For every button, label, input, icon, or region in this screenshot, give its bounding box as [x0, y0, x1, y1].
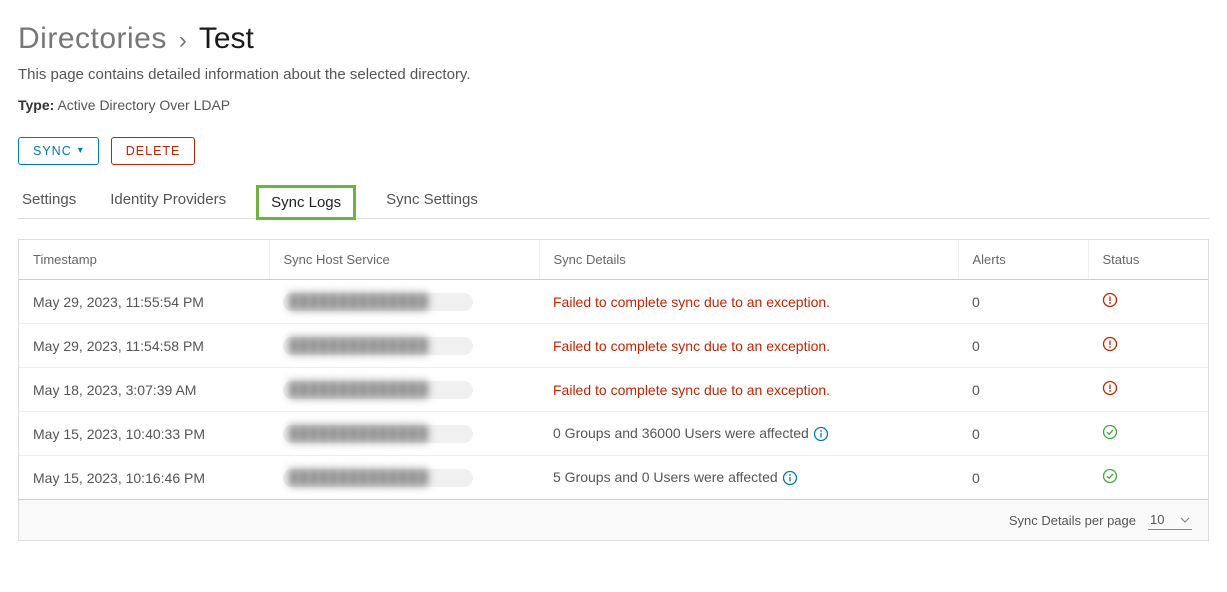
type-label: Type: [18, 97, 54, 113]
action-buttons: SYNC ▾ DELETE [18, 137, 1209, 165]
col-timestamp[interactable]: Timestamp [19, 240, 269, 280]
sync-logs-table: Timestamp Sync Host Service Sync Details… [18, 239, 1209, 541]
tab-identity-providers[interactable]: Identity Providers [106, 185, 230, 218]
cell-sync-details: Failed to complete sync due to an except… [539, 280, 958, 324]
cell-alerts: 0 [958, 324, 1088, 368]
tab-sync-logs[interactable]: Sync Logs [256, 185, 356, 220]
sync-details-text: Failed to complete sync due to an except… [553, 338, 830, 354]
cell-sync-details: Failed to complete sync due to an except… [539, 368, 958, 412]
table-row: May 29, 2023, 11:54:58 PM ██████████████ F… [19, 324, 1208, 368]
cell-status [1088, 456, 1208, 500]
col-sync-details[interactable]: Sync Details [539, 240, 958, 280]
delete-button-label: DELETE [126, 144, 181, 158]
table-footer: Sync Details per page 10 [19, 500, 1208, 540]
redacted-host: ██████████████ [283, 425, 473, 443]
delete-button[interactable]: DELETE [111, 137, 196, 165]
sync-button[interactable]: SYNC ▾ [18, 137, 99, 165]
redacted-host: ██████████████ [283, 469, 473, 487]
cell-alerts: 0 [958, 456, 1088, 500]
cell-status [1088, 412, 1208, 456]
table-row: May 15, 2023, 10:40:33 PM ██████████████ 0… [19, 412, 1208, 456]
cell-status [1088, 368, 1208, 412]
cell-sync-details: Failed to complete sync due to an except… [539, 324, 958, 368]
redacted-host: ██████████████ [283, 337, 473, 355]
cell-sync-host: ██████████████ [269, 280, 539, 324]
cell-status [1088, 324, 1208, 368]
table-row: May 18, 2023, 3:07:39 AM ██████████████ Fa… [19, 368, 1208, 412]
col-sync-host[interactable]: Sync Host Service [269, 240, 539, 280]
cell-alerts: 0 [958, 412, 1088, 456]
cell-timestamp: May 18, 2023, 3:07:39 AM [19, 368, 269, 412]
breadcrumb-parent[interactable]: Directories [18, 22, 167, 56]
success-icon[interactable] [1102, 468, 1118, 484]
info-icon[interactable] [782, 470, 798, 486]
cell-sync-details: 0 Groups and 36000 Users were affected [539, 412, 958, 456]
cell-timestamp: May 29, 2023, 11:55:54 PM [19, 280, 269, 324]
sync-details-text: Failed to complete sync due to an except… [553, 382, 830, 398]
cell-sync-details: 5 Groups and 0 Users were affected [539, 456, 958, 500]
cell-timestamp: May 29, 2023, 11:54:58 PM [19, 324, 269, 368]
tabs: Settings Identity Providers Sync Logs Sy… [18, 185, 1209, 219]
col-status[interactable]: Status [1088, 240, 1208, 280]
table-row: May 15, 2023, 10:16:46 PM ██████████████ 5… [19, 456, 1208, 500]
cell-timestamp: May 15, 2023, 10:16:46 PM [19, 456, 269, 500]
per-page-value: 10 [1150, 512, 1164, 527]
per-page-label: Sync Details per page [1009, 513, 1136, 528]
cell-sync-host: ██████████████ [269, 324, 539, 368]
cell-sync-host: ██████████████ [269, 456, 539, 500]
redacted-host: ██████████████ [283, 381, 473, 399]
sync-details-text: 5 Groups and 0 Users were affected [553, 469, 778, 485]
per-page-select[interactable]: 10 [1148, 510, 1192, 530]
success-icon[interactable] [1102, 424, 1118, 440]
page-description: This page contains detailed information … [18, 66, 1209, 83]
cell-alerts: 0 [958, 280, 1088, 324]
redacted-host: ██████████████ [283, 293, 473, 311]
sync-details-text: Failed to complete sync due to an except… [553, 294, 830, 310]
breadcrumb: Directories › Test [18, 22, 1209, 56]
col-alerts[interactable]: Alerts [958, 240, 1088, 280]
directory-type: Type: Active Directory Over LDAP [18, 97, 1209, 113]
cell-sync-host: ██████████████ [269, 368, 539, 412]
sync-button-label: SYNC [33, 144, 72, 158]
cell-alerts: 0 [958, 368, 1088, 412]
cell-timestamp: May 15, 2023, 10:40:33 PM [19, 412, 269, 456]
table-row: May 29, 2023, 11:55:54 PM ██████████████ F… [19, 280, 1208, 324]
error-icon[interactable] [1102, 380, 1118, 396]
error-icon[interactable] [1102, 336, 1118, 352]
chevron-down-icon [1180, 515, 1190, 525]
cell-sync-host: ██████████████ [269, 412, 539, 456]
type-value: Active Directory Over LDAP [57, 97, 230, 113]
table-header-row: Timestamp Sync Host Service Sync Details… [19, 240, 1208, 280]
error-icon[interactable] [1102, 292, 1118, 308]
info-icon[interactable] [813, 426, 829, 442]
chevron-down-icon: ▾ [78, 146, 84, 156]
breadcrumb-current: Test [199, 22, 254, 56]
cell-status [1088, 280, 1208, 324]
tab-settings[interactable]: Settings [18, 185, 80, 218]
breadcrumb-separator-icon: › [179, 27, 187, 55]
tab-sync-settings[interactable]: Sync Settings [382, 185, 482, 218]
sync-details-text: 0 Groups and 36000 Users were affected [553, 425, 809, 441]
